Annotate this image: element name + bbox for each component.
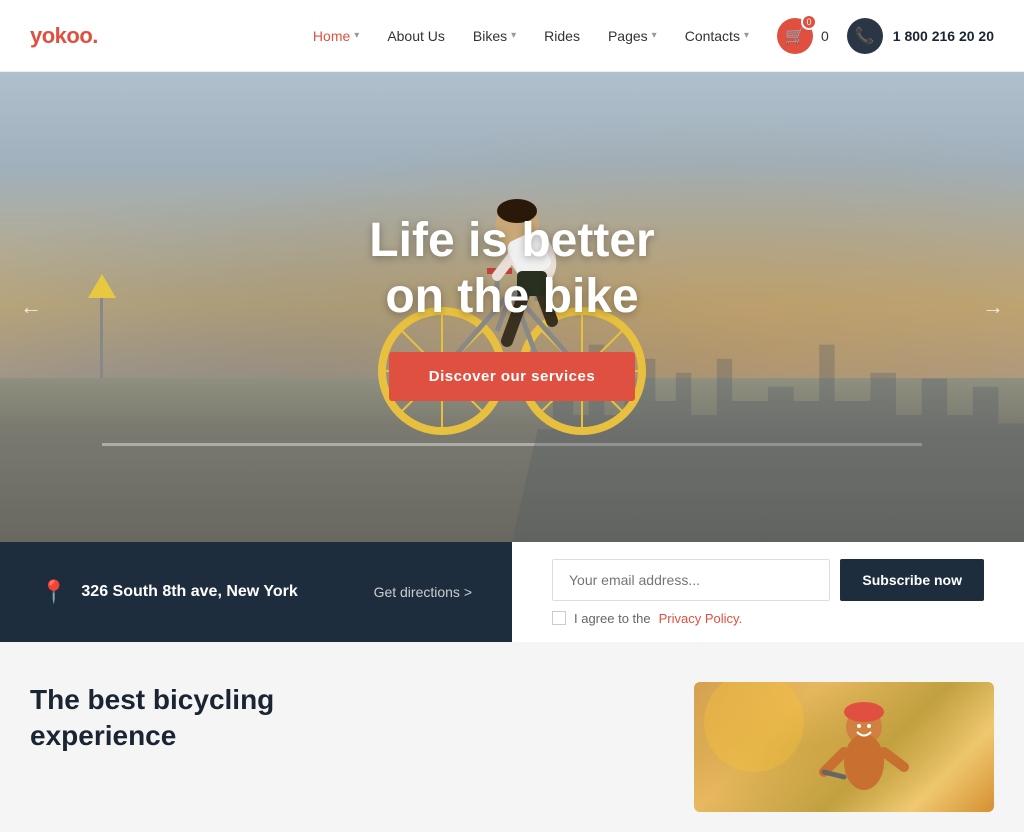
nav-item-contacts[interactable]: Contacts ▾ (685, 28, 749, 44)
warning-sign (88, 274, 116, 298)
pin-icon: 📍 (40, 579, 67, 605)
cart-count: 0 (821, 28, 829, 44)
cart-icon: 🛒 0 (777, 18, 813, 54)
info-strip: 📍 326 South 8th ave, New York Get direct… (0, 542, 1024, 642)
header: yokoo. Home ▾ About Us Bikes ▾ Rides Pag… (0, 0, 1024, 72)
nav-item-home[interactable]: Home ▾ (313, 28, 359, 44)
phone-button[interactable]: 📞 1 800 216 20 20 (847, 18, 994, 54)
main-nav: Home ▾ About Us Bikes ▾ Rides Pages ▾ Co… (313, 28, 749, 44)
nav-item-pages[interactable]: Pages ▾ (608, 28, 657, 44)
hero-section: Life is better on the bike Discover our … (0, 72, 1024, 542)
logo[interactable]: yokoo. (30, 23, 98, 49)
hero-content: Life is better on the bike Discover our … (369, 213, 654, 400)
subscribe-button[interactable]: Subscribe now (840, 559, 984, 601)
phone-number: 1 800 216 20 20 (893, 28, 994, 44)
privacy-text: I agree to the (574, 611, 651, 626)
privacy-policy-link[interactable]: Privacy Policy. (659, 611, 743, 626)
privacy-row: I agree to the Privacy Policy. (552, 611, 984, 626)
address-text: 326 South 8th ave, New York (81, 583, 297, 601)
phone-icon: 📞 (847, 18, 883, 54)
cart-badge: 0 (801, 14, 817, 30)
address-block: 📍 326 South 8th ave, New York Get direct… (0, 542, 512, 642)
subscribe-block: Subscribe now I agree to the Privacy Pol… (512, 542, 1024, 642)
chevron-down-icon: ▾ (744, 30, 749, 41)
sign-pole (100, 298, 103, 378)
bottom-section: The best bicycling experience (0, 642, 1024, 832)
nav-item-about[interactable]: About Us (387, 28, 445, 44)
bottom-image (694, 682, 994, 812)
nav-item-rides[interactable]: Rides (544, 28, 580, 44)
privacy-checkbox[interactable] (552, 611, 566, 625)
nav-item-bikes[interactable]: Bikes ▾ (473, 28, 516, 44)
bottom-left: The best bicycling experience (30, 682, 664, 755)
section-title: The best bicycling experience (30, 682, 664, 755)
cart-button[interactable]: 🛒 0 0 (777, 18, 829, 54)
header-actions: 🛒 0 0 📞 1 800 216 20 20 (777, 18, 994, 54)
hero-next-arrow[interactable]: → (982, 294, 1004, 320)
address-left: 📍 326 South 8th ave, New York (40, 579, 298, 605)
subscribe-row: Subscribe now (552, 559, 984, 601)
email-input[interactable] (552, 559, 830, 601)
hero-prev-arrow[interactable]: ← (20, 294, 42, 320)
discover-button[interactable]: Discover our services (389, 352, 635, 401)
directions-link[interactable]: Get directions > (374, 584, 472, 600)
chevron-down-icon: ▾ (354, 30, 359, 41)
chevron-down-icon: ▾ (511, 30, 516, 41)
chevron-down-icon: ▾ (652, 30, 657, 41)
hero-title: Life is better on the bike (369, 213, 654, 323)
